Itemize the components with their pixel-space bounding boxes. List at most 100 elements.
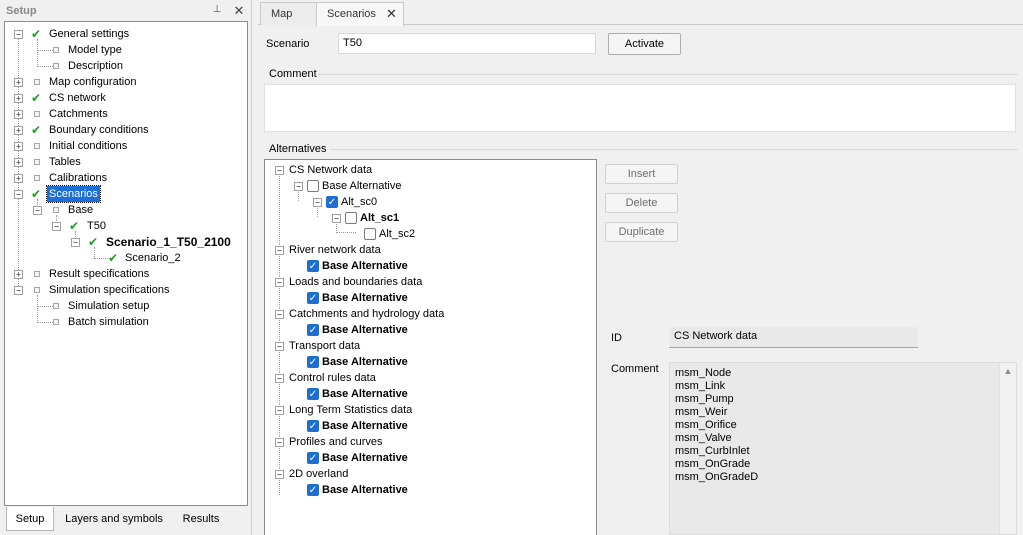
- tree-node-scenario-1-t50-2100[interactable]: − ✔ Scenario_1_T50_2100: [5, 234, 245, 250]
- activate-button[interactable]: Activate: [608, 33, 681, 55]
- expand-icon[interactable]: +: [14, 78, 23, 87]
- alt-item-base-alternative[interactable]: ✓ Base Alternative: [265, 290, 595, 306]
- insert-button[interactable]: Insert: [605, 164, 678, 184]
- alt-item-base-alternative[interactable]: ✓ Base Alternative: [265, 258, 595, 274]
- alt-item-alt-sc0[interactable]: − ✓ Alt_sc0: [265, 194, 595, 210]
- setup-bottom-tabs: Setup Layers and symbols Results: [4, 507, 248, 535]
- alt-group-profiles-and-curves[interactable]: − Profiles and curves: [265, 434, 595, 450]
- alt-group-2d-overland[interactable]: − 2D overland: [265, 466, 595, 482]
- scenario-comment-textarea[interactable]: [264, 84, 1016, 132]
- expand-icon[interactable]: +: [14, 270, 23, 279]
- alt-item-alt-sc2[interactable]: Alt_sc2: [265, 226, 595, 242]
- collapse-icon[interactable]: −: [313, 198, 322, 207]
- tree-node-catchments[interactable]: + Catchments: [5, 106, 245, 122]
- vertical-scrollbar[interactable]: ▲: [999, 363, 1016, 534]
- pin-icon[interactable]: ⊥: [211, 4, 223, 18]
- alt-item-label: Base Alternative: [322, 292, 408, 304]
- alt-group-loads-and-boundaries-data[interactable]: − Loads and boundaries data: [265, 274, 595, 290]
- tab-map[interactable]: Map: [260, 2, 318, 25]
- alt-item-base-alternative[interactable]: ✓ Base Alternative: [265, 450, 595, 466]
- collapse-icon[interactable]: −: [275, 374, 284, 383]
- collapse-icon[interactable]: −: [14, 286, 23, 295]
- alt-group-river-network-data[interactable]: − River network data: [265, 242, 595, 258]
- alternative-checkbox[interactable]: ✓: [307, 324, 319, 336]
- collapse-icon[interactable]: −: [275, 438, 284, 447]
- collapse-icon[interactable]: −: [332, 214, 341, 223]
- tree-node-label: Map configuration: [49, 76, 137, 88]
- tree-node-scenarios[interactable]: − ✔ Scenarios: [5, 185, 245, 203]
- alt-item-base-alternative[interactable]: ✓ Base Alternative: [265, 386, 595, 402]
- collapse-icon[interactable]: −: [275, 246, 284, 255]
- alt-item-base-alternative[interactable]: ✓ Base Alternative: [265, 482, 595, 498]
- collapse-icon[interactable]: −: [275, 278, 284, 287]
- scenario-name-input[interactable]: T50: [338, 33, 596, 54]
- tree-node-tables[interactable]: + Tables: [5, 154, 245, 170]
- alternative-checkbox[interactable]: ✓: [307, 356, 319, 368]
- alt-item-base-alternative[interactable]: ✓ Base Alternative: [265, 418, 595, 434]
- expand-icon[interactable]: +: [14, 110, 23, 119]
- collapse-icon[interactable]: −: [52, 222, 61, 231]
- tree-node-simulation-specifications[interactable]: − Simulation specifications: [5, 282, 245, 298]
- collapse-icon[interactable]: −: [275, 310, 284, 319]
- collapse-icon[interactable]: −: [14, 30, 23, 39]
- alternative-checkbox[interactable]: [307, 180, 319, 192]
- alternative-checkbox[interactable]: ✓: [307, 260, 319, 272]
- delete-button[interactable]: Delete: [605, 193, 678, 213]
- tree-node-initial-conditions[interactable]: + Initial conditions: [5, 138, 245, 154]
- expand-icon[interactable]: +: [14, 158, 23, 167]
- group-divider: [330, 149, 1018, 150]
- collapse-icon[interactable]: −: [275, 406, 284, 415]
- expand-icon[interactable]: +: [14, 94, 23, 103]
- alternative-checkbox[interactable]: ✓: [326, 196, 338, 208]
- alternative-checkbox[interactable]: ✓: [307, 420, 319, 432]
- tree-node-batch-simulation[interactable]: Batch simulation: [5, 314, 245, 330]
- alt-group-catchments-and-hydrology-data[interactable]: − Catchments and hydrology data: [265, 306, 595, 322]
- alt-item-alt-sc1[interactable]: − Alt_sc1: [265, 210, 595, 226]
- tab-results[interactable]: Results: [174, 507, 228, 531]
- tree-node-cs-network[interactable]: + ✔ CS network: [5, 90, 245, 106]
- tree-node-boundary-conditions[interactable]: + ✔ Boundary conditions: [5, 122, 245, 138]
- alternative-checkbox[interactable]: [345, 212, 357, 224]
- tree-node-base[interactable]: − Base: [5, 202, 245, 218]
- alt-group-transport-data[interactable]: − Transport data: [265, 338, 595, 354]
- tree-node-simulation-setup[interactable]: Simulation setup: [5, 298, 245, 314]
- duplicate-button[interactable]: Duplicate: [605, 222, 678, 242]
- alternative-checkbox[interactable]: ✓: [307, 292, 319, 304]
- tree-node-map-configuration[interactable]: + Map configuration: [5, 74, 245, 90]
- expand-icon[interactable]: +: [14, 142, 23, 151]
- alternative-checkbox[interactable]: [364, 228, 376, 240]
- expand-icon[interactable]: +: [14, 126, 23, 135]
- alternative-checkbox[interactable]: ✓: [307, 388, 319, 400]
- tree-node-scenario-2[interactable]: ✔ Scenario_2: [5, 250, 245, 266]
- collapse-icon[interactable]: −: [275, 342, 284, 351]
- alt-group-cs-network-data[interactable]: − CS Network data: [265, 162, 595, 178]
- collapse-icon[interactable]: −: [294, 182, 303, 191]
- collapse-icon[interactable]: −: [275, 166, 284, 175]
- alternative-checkbox[interactable]: ✓: [307, 484, 319, 496]
- collapse-icon[interactable]: −: [33, 206, 42, 215]
- expand-icon[interactable]: +: [14, 174, 23, 183]
- node-icon: [34, 79, 40, 85]
- collapse-icon[interactable]: −: [14, 190, 23, 199]
- tree-node-model-type[interactable]: Model type: [5, 42, 245, 58]
- close-tab-icon[interactable]: ✕: [386, 6, 397, 22]
- tree-node-general-settings[interactable]: − ✔ General settings: [5, 26, 245, 42]
- tree-node-description[interactable]: Description: [5, 58, 245, 74]
- alternative-checkbox[interactable]: ✓: [307, 452, 319, 464]
- collapse-icon[interactable]: −: [71, 238, 80, 247]
- alt-item-base-alternative[interactable]: − Base Alternative: [265, 178, 595, 194]
- tab-setup[interactable]: Setup: [6, 507, 54, 531]
- alt-item-base-alternative[interactable]: ✓ Base Alternative: [265, 322, 595, 338]
- alt-group-control-rules-data[interactable]: − Control rules data: [265, 370, 595, 386]
- tree-node-calibrations[interactable]: + Calibrations: [5, 170, 245, 186]
- scroll-up-arrow-icon[interactable]: ▲: [1003, 367, 1013, 376]
- collapse-icon[interactable]: −: [275, 470, 284, 479]
- alt-item-base-alternative[interactable]: ✓ Base Alternative: [265, 354, 595, 370]
- close-icon[interactable]: ✕: [232, 3, 246, 18]
- alt-item-label: Alt_sc1: [360, 212, 400, 224]
- tab-layers-and-symbols[interactable]: Layers and symbols: [60, 507, 168, 531]
- alt-group-long-term-statistics-data[interactable]: − Long Term Statistics data: [265, 402, 595, 418]
- tree-node-result-specifications[interactable]: + Result specifications: [5, 266, 245, 282]
- alt-group-label: Catchments and hydrology data: [289, 308, 445, 320]
- tree-node-t50[interactable]: − ✔ T50: [5, 218, 245, 234]
